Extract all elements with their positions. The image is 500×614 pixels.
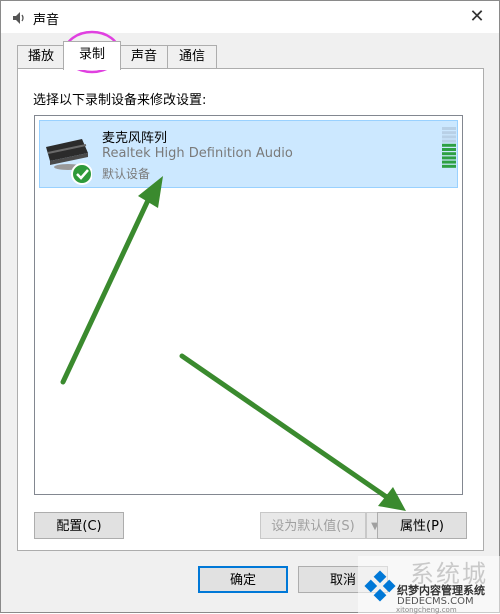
window-title: 声音 bbox=[33, 13, 60, 28]
level-segment bbox=[442, 127, 456, 130]
configure-button[interactable]: 配置(C) bbox=[34, 512, 124, 539]
tab-sounds[interactable]: 声音 bbox=[119, 45, 169, 68]
device-status: 默认设备 bbox=[102, 167, 151, 181]
default-check-badge bbox=[71, 163, 92, 185]
level-segment bbox=[442, 156, 456, 160]
level-segment bbox=[442, 135, 456, 139]
title-bar: 声音 ✕ bbox=[1, 1, 499, 33]
tab-recording[interactable]: 录制 bbox=[63, 41, 121, 70]
device-row-microphone-array[interactable]: 麦克风阵列 Realtek High Definition Audio 默认设备 bbox=[39, 120, 458, 188]
close-button[interactable]: ✕ bbox=[459, 3, 495, 31]
level-segment bbox=[442, 160, 456, 164]
properties-button[interactable]: 属性(P) bbox=[377, 512, 467, 539]
set-default-button[interactable]: 设为默认值(S) bbox=[260, 512, 366, 539]
level-segment bbox=[442, 139, 456, 143]
microphone-device-icon bbox=[46, 139, 92, 185]
recording-panel: 选择以下录制设备来修改设置: 麦克风阵列 Realtek High Defini… bbox=[17, 68, 484, 551]
tab-playback[interactable]: 播放 bbox=[17, 45, 65, 68]
speaker-icon bbox=[13, 12, 24, 24]
ok-button[interactable]: 确定 bbox=[198, 566, 288, 593]
level-segment bbox=[442, 148, 456, 151]
device-name: 麦克风阵列 bbox=[102, 131, 168, 146]
instruction-text: 选择以下录制设备来修改设置: bbox=[33, 93, 207, 108]
device-driver: Realtek High Definition Audio bbox=[102, 146, 293, 161]
level-segment bbox=[442, 143, 456, 147]
sound-dialog: 声音 ✕ 播放 录制 声音 通信 选择以下录制设备来修改设置: 麦克风阵列 Re… bbox=[0, 0, 500, 613]
device-list[interactable]: 麦克风阵列 Realtek High Definition Audio 默认设备 bbox=[34, 115, 463, 495]
level-segment bbox=[442, 164, 456, 168]
level-segment bbox=[442, 152, 456, 156]
input-level-meter bbox=[442, 127, 456, 168]
tab-communications[interactable]: 通信 bbox=[167, 45, 217, 68]
level-segment bbox=[442, 131, 456, 135]
